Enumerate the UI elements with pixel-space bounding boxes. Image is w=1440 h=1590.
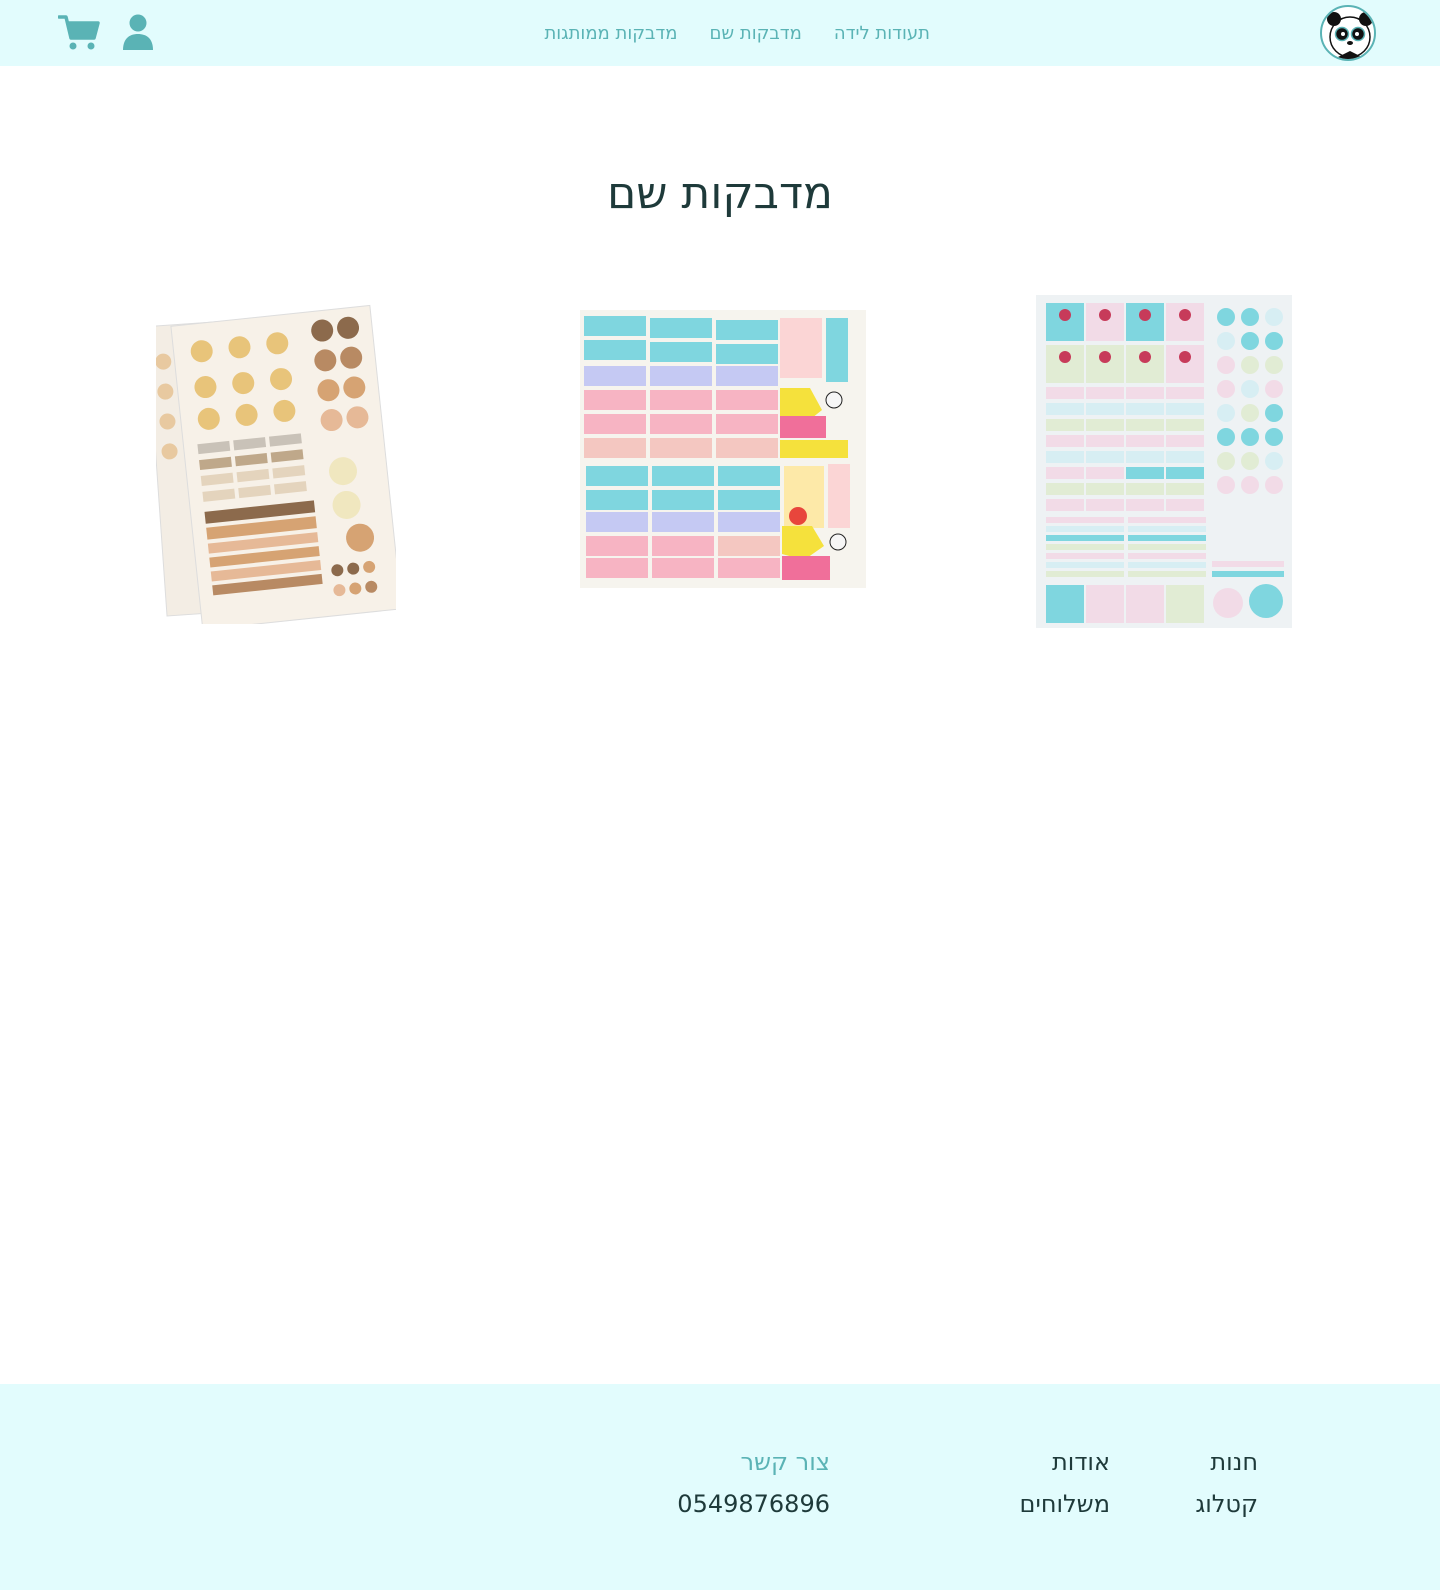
page-title: מדבקות שם (607, 168, 833, 219)
footer-phone: 0549876896 (677, 1490, 830, 1518)
footer-link-catalog[interactable]: קטלוג (1195, 1490, 1258, 1518)
site-header: תעודות לידה מדבקות שם מדבקות ממותגות (0, 0, 1440, 66)
footer-link-shipping[interactable]: משלוחים (1020, 1490, 1110, 1518)
footer-link-about[interactable]: אודות (1052, 1448, 1110, 1476)
panda-logo-icon[interactable] (1320, 5, 1376, 61)
footer-link-shop[interactable]: חנות (1210, 1448, 1258, 1476)
product-card[interactable] (146, 294, 403, 631)
nav-birth-certificates[interactable]: תעודות לידה (834, 23, 930, 44)
main-nav: תעודות לידה מדבקות שם מדבקות ממותגות (544, 0, 930, 66)
product-card[interactable] (1036, 295, 1292, 628)
cart-icon[interactable] (57, 14, 100, 52)
site-footer: חנות קטלוג אודות משלוחים צור קשר 0549876… (0, 1384, 1440, 1590)
sticker-sheet-image (146, 304, 403, 631)
user-icon[interactable] (122, 14, 154, 50)
sticker-sheet-image (1036, 295, 1292, 628)
nav-branded-stickers[interactable]: מדבקות ממותגות (544, 23, 677, 44)
nav-name-stickers[interactable]: מדבקות שם (709, 23, 801, 44)
product-card[interactable] (580, 310, 866, 588)
footer-contact-heading: צור קשר (740, 1448, 830, 1476)
sticker-sheet-image (580, 310, 866, 588)
